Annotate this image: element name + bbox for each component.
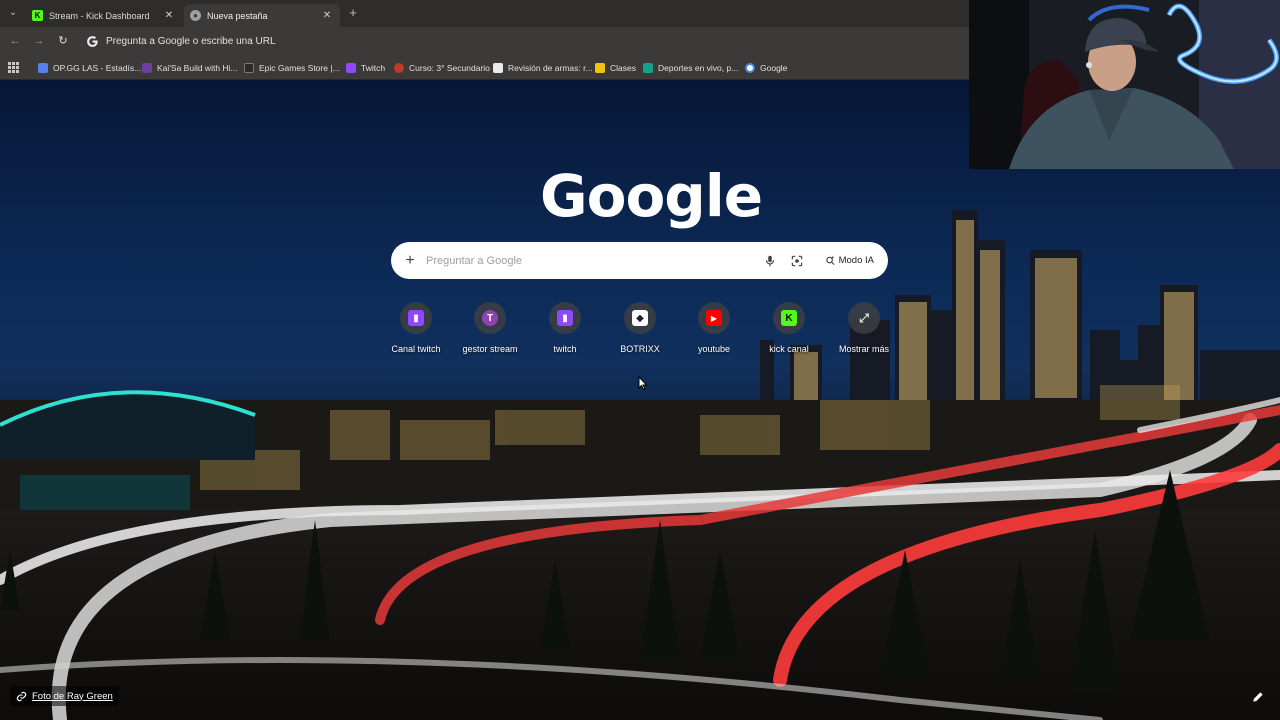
shortcut-canal-twitch[interactable]: ▮ Canal twitch (379, 300, 453, 362)
pencil-edit-icon[interactable] (1251, 690, 1265, 704)
google-lens-icon[interactable] (790, 254, 804, 268)
forward-arrow-icon[interactable]: → (32, 34, 46, 48)
streamer-webcam-image (969, 0, 1280, 169)
shortcut-icon-circle: ◆ (624, 302, 656, 334)
bookmark-label: Clases (610, 63, 636, 73)
opgg-favicon-icon (38, 63, 48, 73)
google-logo: Google (540, 162, 763, 230)
new-tab-page: Google + Modo IA ▮ Canal twitch (0, 80, 1280, 720)
search-box[interactable]: + Modo IA (391, 242, 888, 279)
bookmark-deportes[interactable]: Deportes en vivo, p... (643, 61, 738, 75)
bookmark-label: Curso: 3° Secundario (409, 63, 490, 73)
bookmark-label: OP.GG LAS - Estadís... (53, 63, 142, 73)
tab-label: Stream - Kick Dashboard (49, 10, 150, 21)
twitch-icon: ▮ (557, 310, 573, 326)
kick-favicon-icon: K (32, 10, 43, 21)
course-favicon-icon (394, 63, 404, 73)
apps-grid-icon[interactable] (8, 62, 19, 73)
shortcut-kick-canal[interactable]: K kick canal (752, 300, 826, 362)
mobafire-favicon-icon (142, 63, 152, 73)
shortcut-icon-circle: ▮ (400, 302, 432, 334)
shortcut-youtube[interactable]: ▶ youtube (677, 300, 751, 362)
shortcut-twitch[interactable]: ▮ twitch (528, 300, 602, 362)
reload-icon[interactable]: ↻ (56, 34, 70, 48)
mouse-cursor-icon (638, 376, 648, 390)
microphone-icon[interactable] (763, 254, 777, 268)
expand-icon: ⤢ (859, 310, 869, 325)
ai-search-sparkle-icon (825, 255, 835, 266)
shortcut-icon-circle: ▶ (698, 302, 730, 334)
tab-close-icon[interactable]: ✕ (320, 10, 334, 21)
shortcut-label: BOTRIXX (620, 344, 660, 354)
address-bar-text: Pregunta a Google o escribe una URL (106, 36, 276, 47)
shortcut-botrixx[interactable]: ◆ BOTRIXX (603, 300, 677, 362)
youtube-icon: ▶ (706, 310, 722, 326)
chrome-favicon-icon: ● (190, 10, 201, 21)
google-g-icon (87, 36, 98, 47)
ai-mode-label: Modo IA (838, 255, 874, 266)
shortcut-icon-circle: T (474, 302, 506, 334)
bookmark-label: Revisión de armas: r... (508, 63, 593, 73)
tab-search-chevron-icon[interactable]: ⌄ (6, 6, 20, 20)
add-plus-icon[interactable]: + (403, 252, 417, 268)
photo-credit-text: Foto de Ray Green (32, 690, 113, 702)
google-favicon-icon (745, 63, 755, 73)
back-arrow-icon[interactable]: ← (8, 34, 22, 48)
shortcut-label: kick canal (769, 344, 809, 354)
shortcut-show-more[interactable]: ⤢ Mostrar más (827, 300, 901, 362)
kick-icon: K (781, 310, 797, 326)
tab-label: Nueva pestaña (207, 10, 268, 21)
shortcut-label: gestor stream (462, 344, 518, 354)
shortcut-icon-circle: K (773, 302, 805, 334)
bookmark-label: Twitch (361, 63, 386, 73)
tab-new-tab[interactable]: ● Nueva pestaña ✕ (184, 4, 340, 27)
classroom-favicon-icon (595, 63, 605, 73)
bookmark-curso[interactable]: Curso: 3° Secundario (394, 61, 490, 75)
tab-kick-dashboard[interactable]: K Stream - Kick Dashboard ✕ (26, 4, 182, 27)
letter-t-icon: T (482, 310, 498, 326)
bookmark-revision-armas[interactable]: Revisión de armas: r... (493, 61, 593, 75)
bookmark-twitch[interactable]: Twitch (346, 61, 385, 75)
webcam-overlay (969, 0, 1280, 169)
epic-games-favicon-icon (244, 63, 254, 73)
photo-credit-link[interactable]: Foto de Ray Green (10, 686, 119, 706)
twitch-icon: ▮ (408, 310, 424, 326)
tab-close-icon[interactable]: ✕ (162, 10, 176, 21)
shortcut-label: youtube (697, 344, 731, 354)
bookmark-label: Google (760, 63, 788, 73)
shortcut-label: twitch (553, 344, 577, 354)
bookmark-opgg[interactable]: OP.GG LAS - Estadís... (38, 61, 141, 75)
bookmark-kaisa-build[interactable]: Kai'Sa Build with Hi... (142, 61, 238, 75)
weapons-review-favicon-icon (493, 63, 503, 73)
bookmark-clases[interactable]: Clases (595, 61, 636, 75)
shortcut-gestor-stream[interactable]: T gestor stream (453, 300, 527, 362)
shortcut-label: Canal twitch (391, 344, 441, 354)
botrixx-icon: ◆ (632, 310, 648, 326)
new-tab-plus-icon[interactable]: + (346, 6, 360, 20)
sports-favicon-icon (643, 63, 653, 73)
bookmark-epic-games[interactable]: Epic Games Store |... (244, 61, 340, 75)
address-bar[interactable]: Pregunta a Google o escribe una URL (78, 30, 968, 53)
bookmark-label: Epic Games Store |... (259, 63, 340, 73)
shortcut-icon-circle: ▮ (549, 302, 581, 334)
shortcut-label: Mostrar más (838, 344, 889, 354)
bookmark-label: Kai'Sa Build with Hi... (157, 63, 238, 73)
bookmark-label: Deportes en vivo, p... (658, 63, 739, 73)
shortcut-icon-circle: ⤢ (848, 302, 880, 334)
bookmark-google[interactable]: Google (745, 61, 787, 75)
ai-mode-button[interactable]: Modo IA (817, 252, 882, 269)
twitch-favicon-icon (346, 63, 356, 73)
link-icon (16, 691, 27, 701)
search-input[interactable] (426, 254, 763, 267)
